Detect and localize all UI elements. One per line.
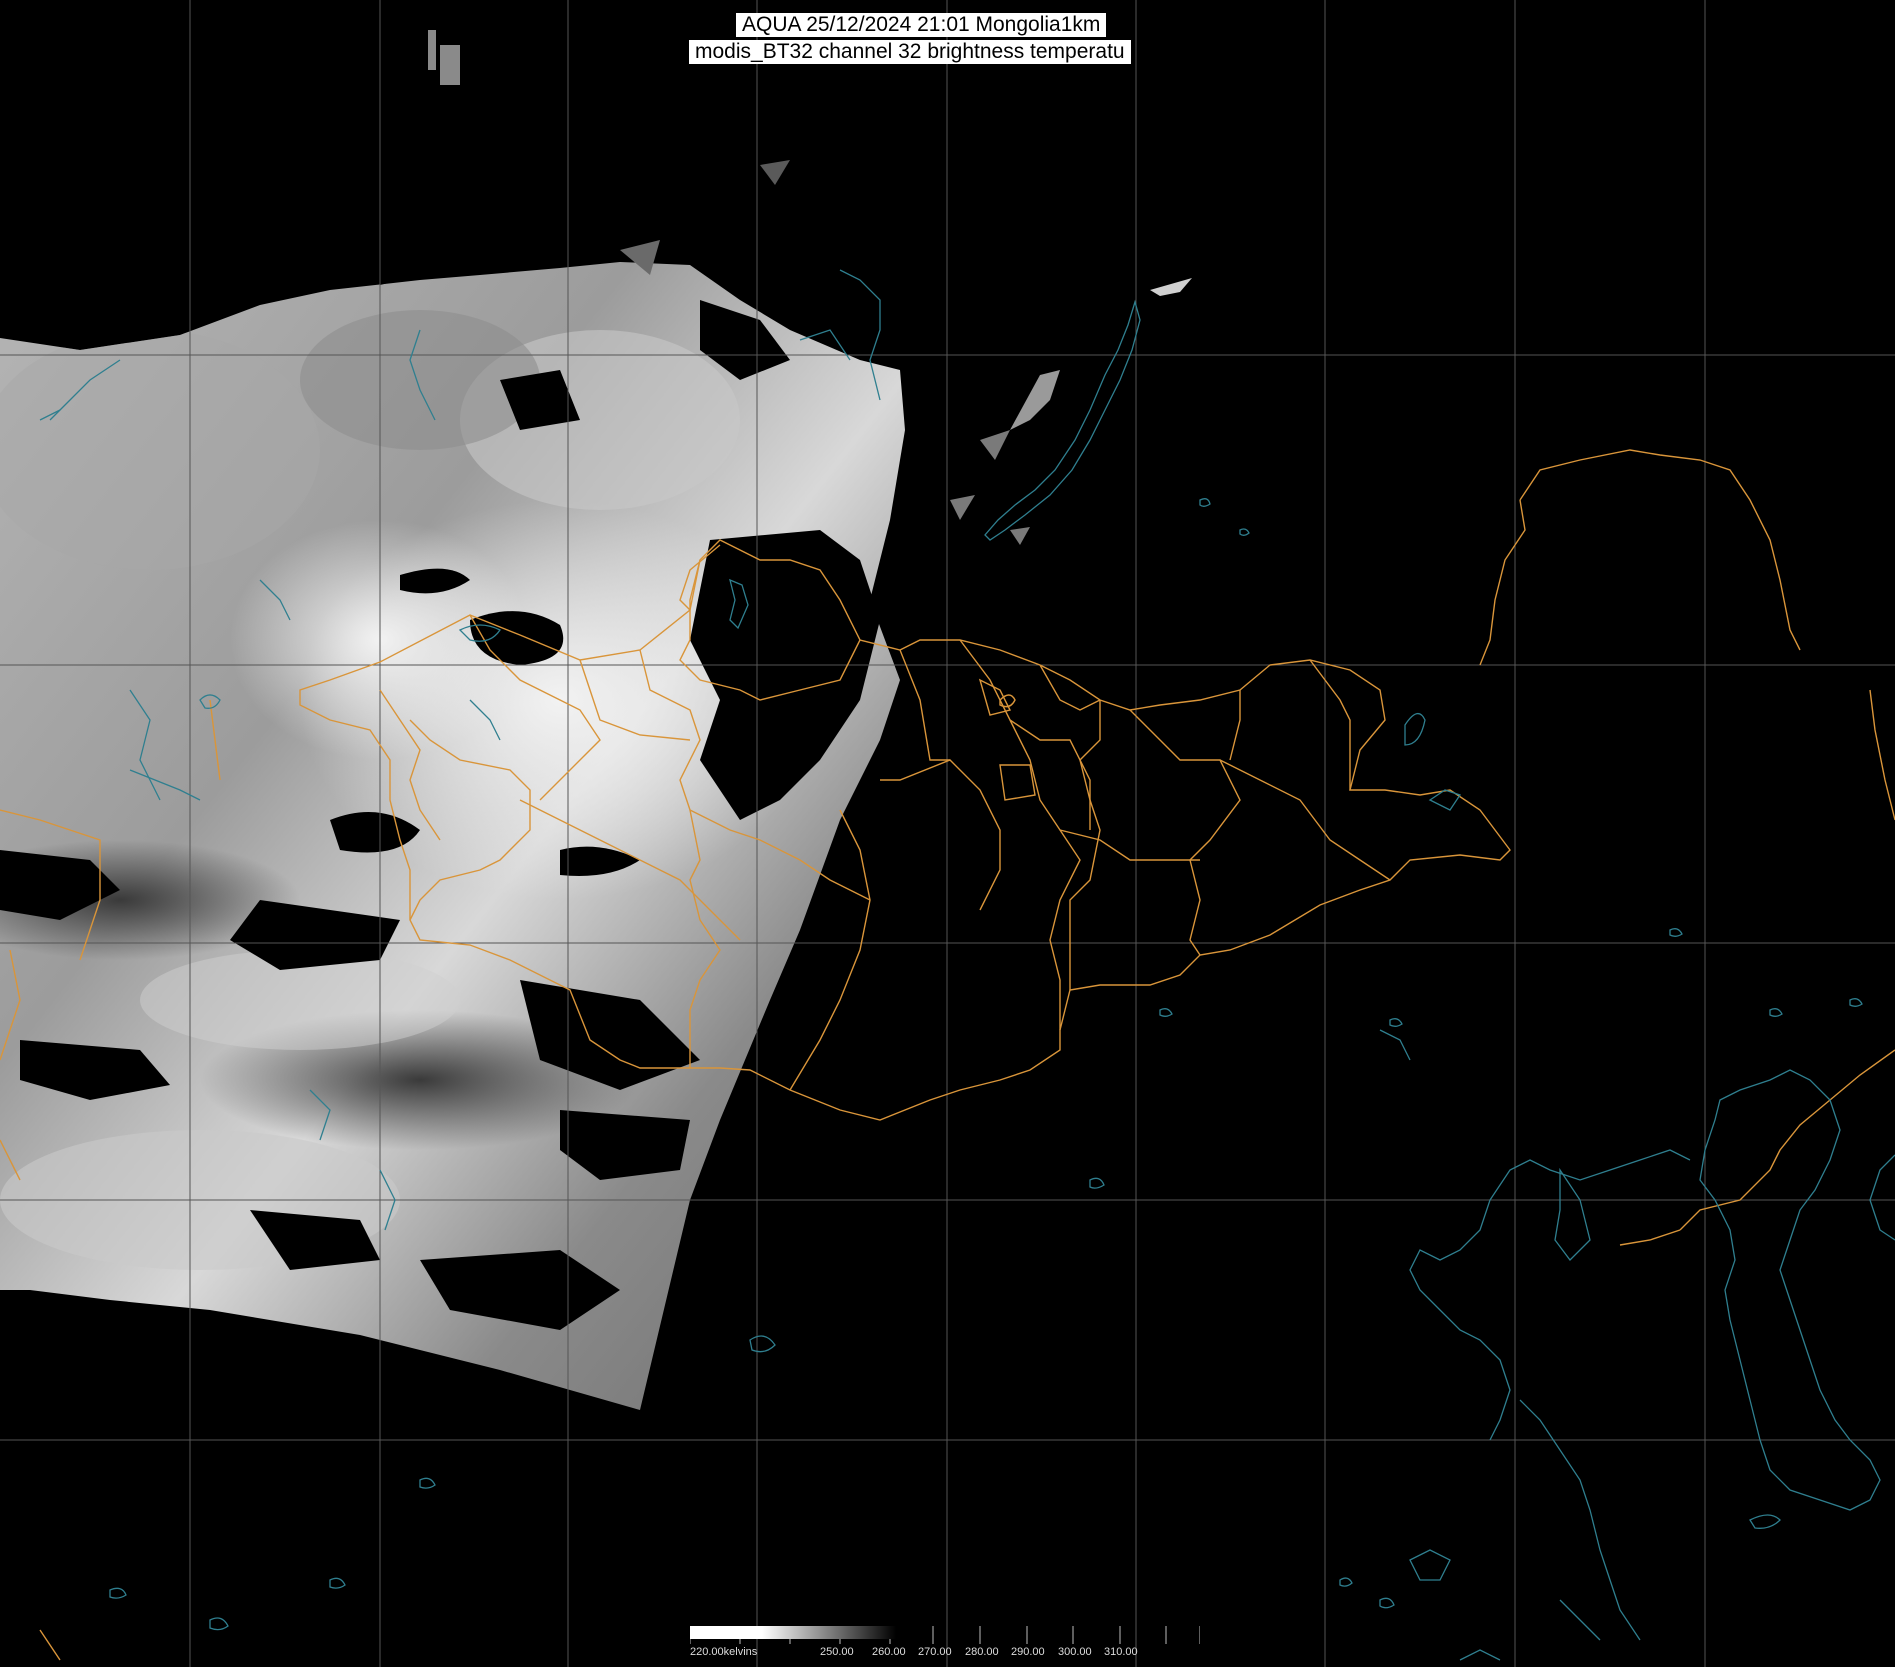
colorbar-tick-label: 250.00 xyxy=(820,1646,854,1658)
colorbar-tick-label: 290.00 xyxy=(1011,1646,1045,1658)
satellite-swath xyxy=(0,262,905,1410)
map-canvas xyxy=(0,0,1895,1667)
colorbar-tick-label: 280.00 xyxy=(965,1646,999,1658)
colorbar-tick-label: 310.00 xyxy=(1104,1646,1138,1658)
map-title-line-1: AQUA 25/12/2024 21:01 Mongolia1km xyxy=(736,13,1107,37)
colorbar-tick-label: 300.00 xyxy=(1058,1646,1092,1658)
map-title-line-2: modis_BT32 channel 32 brightness tempera… xyxy=(689,40,1131,64)
colorbar-tick-label: 270.00 xyxy=(918,1646,952,1658)
colorbar-min-label: 220.00kelvins xyxy=(690,1646,758,1658)
colorbar-tick-label: 260.00 xyxy=(872,1646,906,1658)
